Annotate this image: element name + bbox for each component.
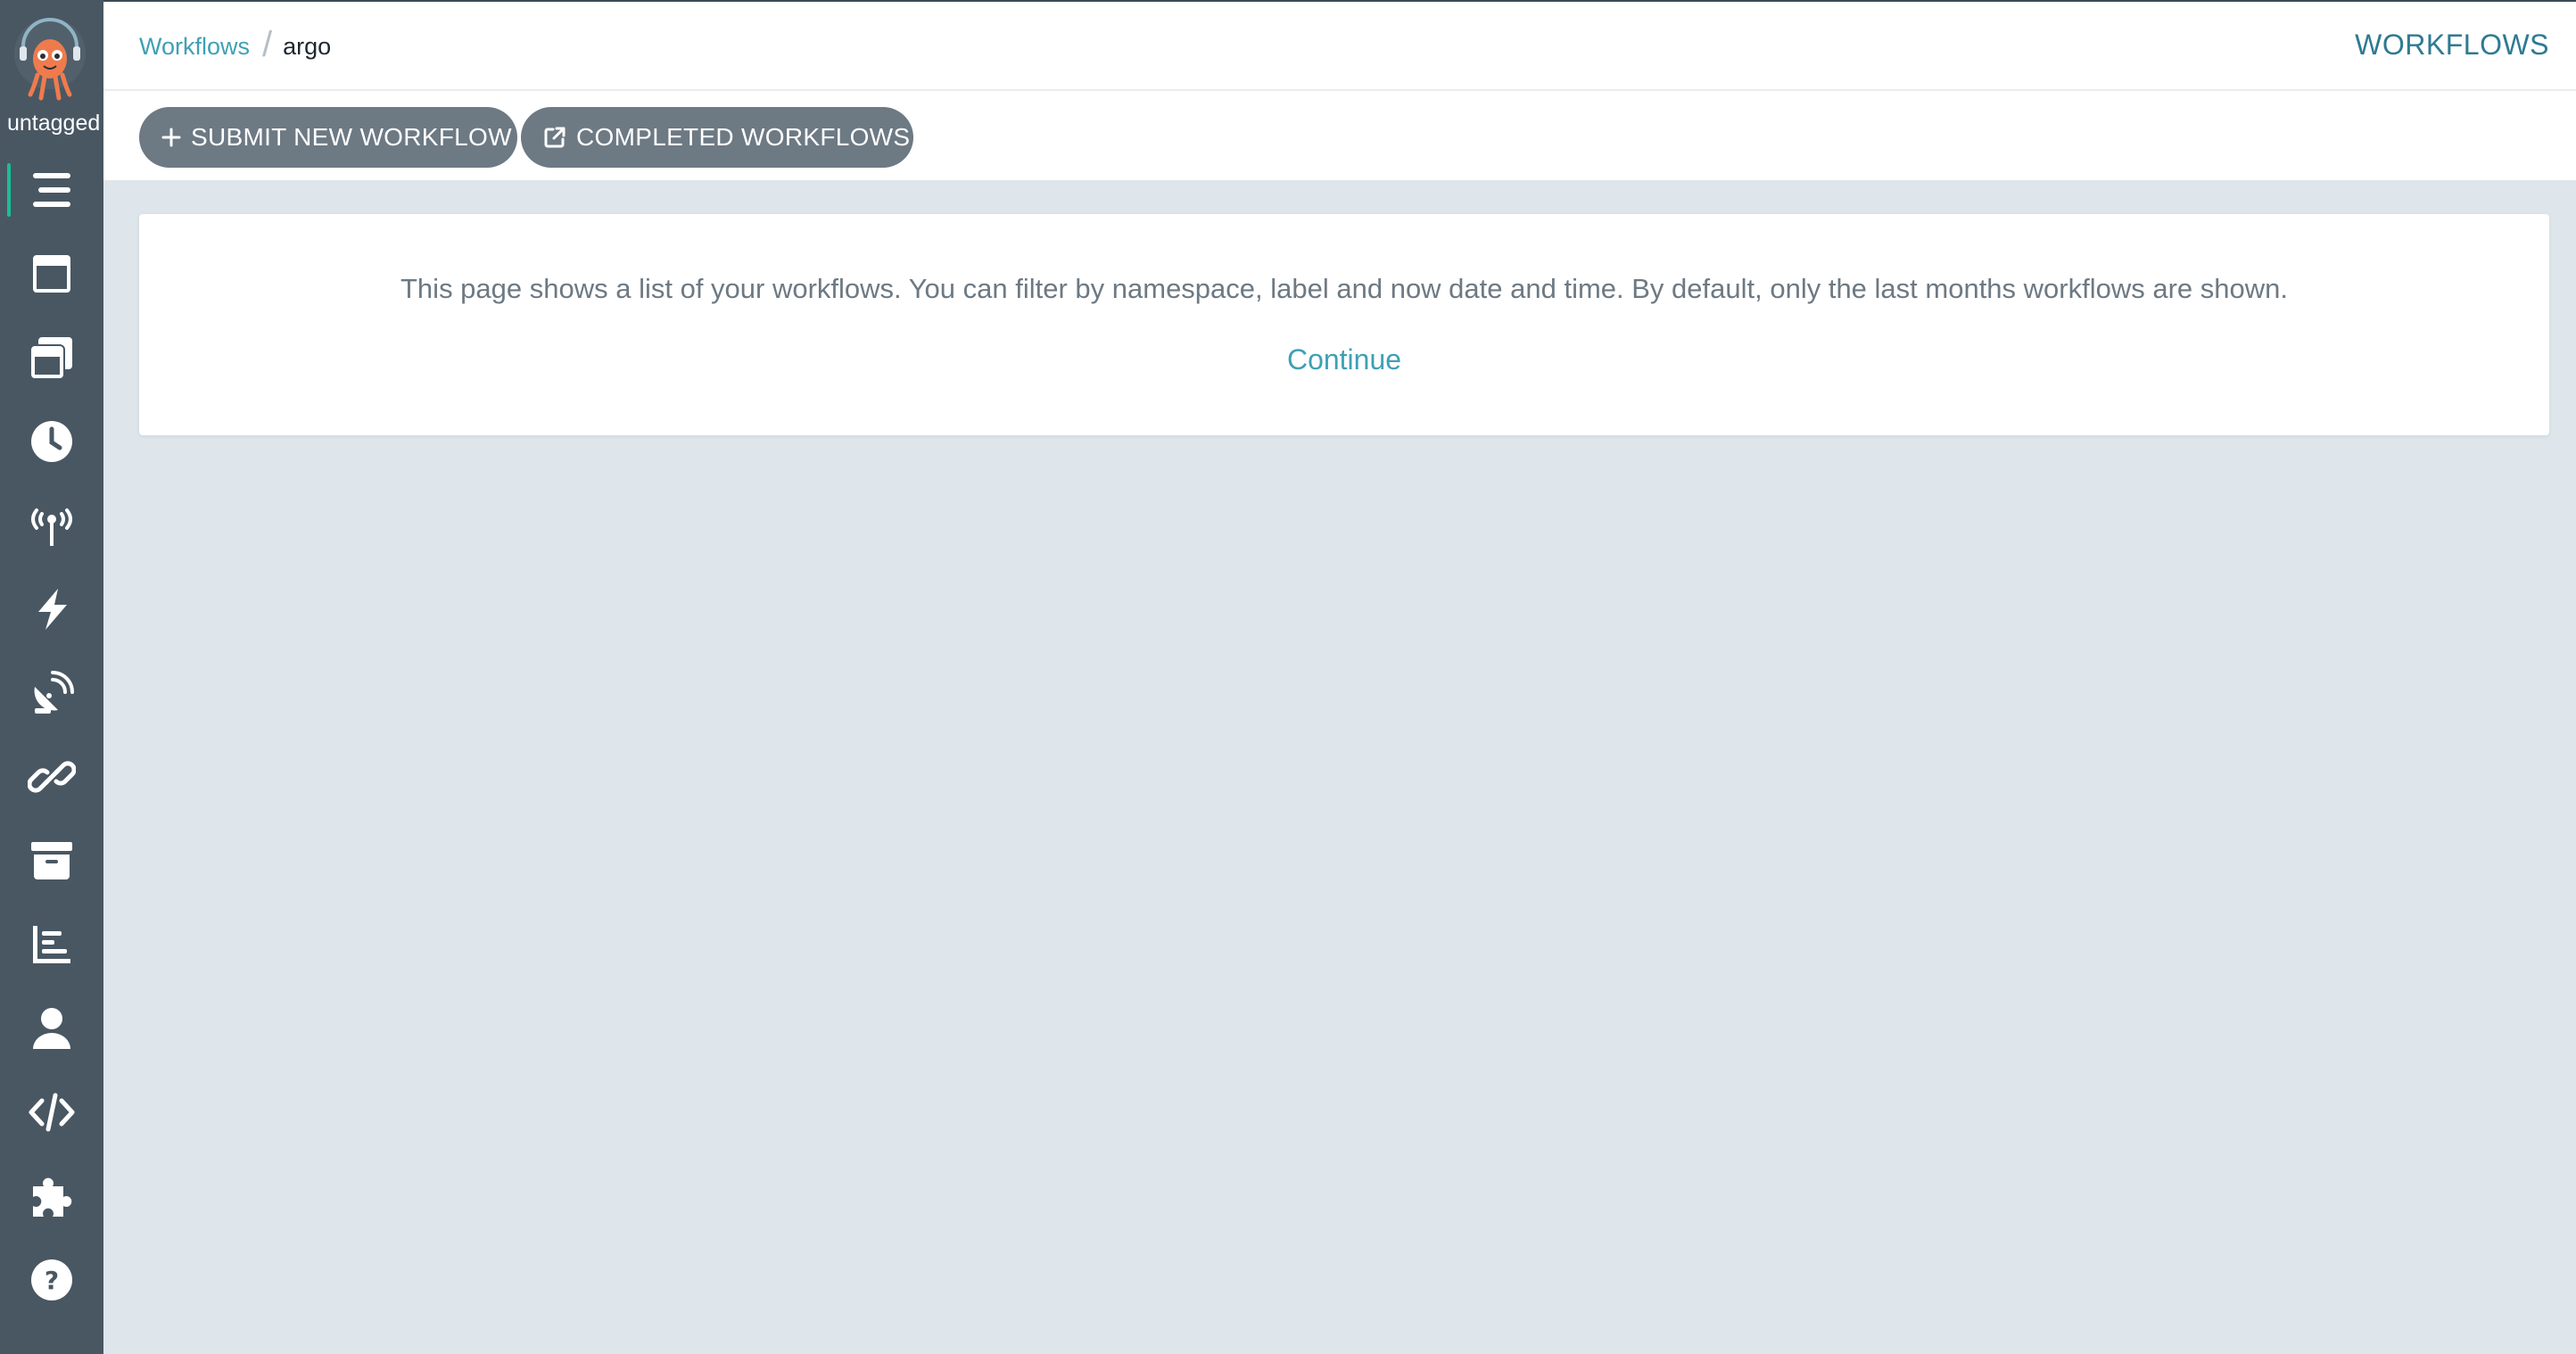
continue-link[interactable]: Continue (1287, 343, 1401, 376)
plus-icon (161, 127, 182, 148)
info-panel: This page shows a list of your workflows… (139, 214, 2549, 435)
sidebar-item-user[interactable] (0, 993, 103, 1064)
submit-new-workflow-button[interactable]: SUBMIT NEW WORKFLOW (139, 107, 517, 168)
breadcrumb: Workflows / argo (139, 25, 332, 67)
breadcrumb-current: argo (283, 33, 332, 60)
clock-icon (31, 421, 72, 462)
sidebar-item-workflows[interactable] (0, 154, 103, 226)
satellite-dish-icon (34, 671, 74, 714)
sidebar-item-sensors[interactable] (0, 657, 103, 729)
archive-icon (31, 842, 72, 879)
sidebar-item-workflow-templates[interactable] (0, 238, 103, 310)
chart-bar-icon (33, 926, 70, 963)
sidebar-item-help[interactable]: ? (0, 1244, 103, 1316)
window-maximize-icon (33, 255, 70, 293)
puzzle-piece-icon (33, 1177, 72, 1217)
code-icon (29, 1093, 75, 1132)
version-label: untagged (7, 111, 101, 136)
window-top-border (103, 0, 2576, 2)
stream-icon (33, 173, 70, 207)
topbar-divider (103, 89, 2576, 91)
link-icon (28, 761, 76, 793)
sidebar-item-api-docs[interactable] (0, 1077, 103, 1148)
sidebar-item-event-flow[interactable] (0, 574, 103, 645)
completed-workflows-label: COMPLETED WORKFLOWS (576, 123, 911, 151)
user-icon (33, 1008, 70, 1049)
page-title: WORKFLOWS (2355, 29, 2549, 61)
broadcast-tower-icon (31, 508, 72, 546)
sidebar-item-plugins[interactable] (0, 1160, 103, 1232)
window-restore-icon (31, 337, 72, 378)
sidebar-item-reports[interactable] (0, 909, 103, 980)
submit-new-workflow-label: SUBMIT NEW WORKFLOW (191, 123, 512, 151)
svg-text:?: ? (45, 1266, 59, 1295)
info-message: This page shows a list of your workflows… (400, 273, 2288, 304)
breadcrumb-workflows-link[interactable]: Workflows (139, 33, 250, 61)
sidebar-item-event-sources[interactable] (0, 490, 103, 561)
argo-logo[interactable] (14, 18, 86, 102)
sidebar-item-cron-workflows[interactable] (0, 406, 103, 477)
external-link-icon (542, 125, 567, 150)
completed-workflows-button[interactable]: COMPLETED WORKFLOWS (521, 107, 913, 168)
breadcrumb-separator: / (262, 25, 273, 64)
sidebar: untagged ? (0, 0, 103, 1354)
sidebar-item-cluster-workflow-templates[interactable] (0, 322, 103, 393)
bolt-icon (38, 589, 67, 630)
question-circle-icon: ? (31, 1259, 72, 1300)
sidebar-item-event-flow-links[interactable] (0, 741, 103, 813)
continue-link-container: Continue (139, 343, 2549, 376)
sidebar-item-archived-workflows[interactable] (0, 825, 103, 896)
